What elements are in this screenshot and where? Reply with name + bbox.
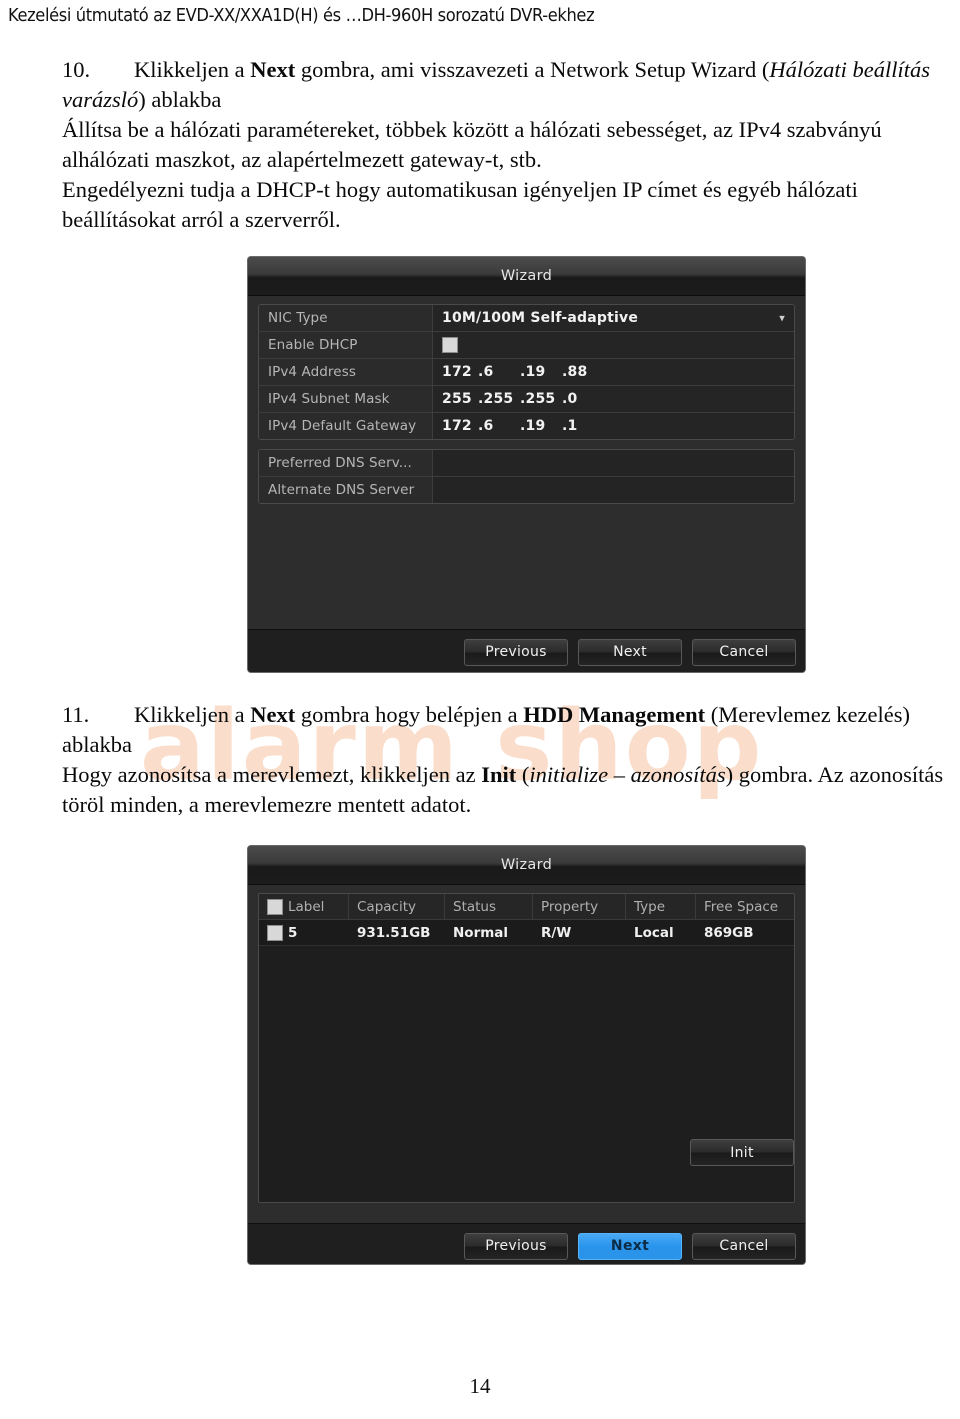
- input-alternate-dns-server[interactable]: [433, 477, 794, 503]
- input-preferred-dns-server[interactable]: [433, 450, 794, 476]
- step-11-para2-b: (: [516, 762, 530, 787]
- step-11-init-keyword: Init: [481, 762, 517, 787]
- hdd-cell-property: R/W: [541, 924, 572, 941]
- hdd-dialog-footer: Previous Next Cancel: [248, 1223, 805, 1264]
- hdd-dialog-title: Wizard: [500, 857, 553, 873]
- ipv4-gateway-octet-4[interactable]: .1: [562, 418, 604, 434]
- network-setup-wizard-dialog: Wizard NIC Type 10M/100M Self-adaptive ▾…: [247, 256, 806, 673]
- hdd-dialog-titlebar: Wizard: [248, 846, 805, 885]
- step-10-paragraph-3: Engedélyezni tudja a DHCP-t hogy automat…: [62, 177, 858, 232]
- step-11-paragraph-2: Hogy azonosítsa a merevlemezt, klikkelje…: [62, 760, 952, 820]
- input-ipv4-default-gateway[interactable]: 172.6.19.1: [433, 413, 794, 439]
- step-11-para2-a: Hogy azonosítsa a merevlemezt, klikkelje…: [62, 762, 482, 787]
- step-11-number: 11.: [62, 702, 90, 727]
- step-11-line1-a: Klikkeljen a: [134, 702, 251, 727]
- field-row-enable-dhcp[interactable]: Enable DHCP: [259, 332, 794, 359]
- label-enable-dhcp: Enable DHCP: [259, 332, 433, 358]
- step-10-number: 10.: [62, 57, 91, 82]
- hdd-header-label-text: Label: [288, 898, 325, 915]
- hdd-management-wizard-dialog: Wizard Label Capacity Status Property Ty…: [247, 845, 806, 1265]
- hdd-header-property[interactable]: Property: [533, 894, 626, 919]
- hdd-cell-type: Local: [634, 924, 674, 941]
- checkbox-select-all[interactable]: [267, 898, 283, 915]
- hdd-dialog-spacer: Init: [248, 1139, 805, 1223]
- step-11-hdd-management-keyword: HDD Management: [523, 702, 706, 727]
- page-number: 14: [469, 1374, 491, 1398]
- hdd-header-capacity[interactable]: Capacity: [349, 894, 445, 919]
- label-preferred-dns-server: Preferred DNS Serv...: [259, 450, 433, 476]
- ipv4-address-octet-3[interactable]: .19: [520, 364, 562, 380]
- dialog-spacer: [248, 609, 805, 629]
- dialog-body: NIC Type 10M/100M Self-adaptive ▾ Enable…: [248, 296, 805, 609]
- running-header: Kezelési útmutató az EVD-XX/XXA1D(H) és …: [8, 6, 595, 26]
- dialog-footer: Previous Next Cancel: [248, 629, 805, 672]
- step-11-line1-b: gombra hogy belépjen a: [295, 702, 524, 727]
- label-alternate-dns-server: Alternate DNS Server: [259, 477, 433, 503]
- ipv4-address-octet-1[interactable]: 172: [442, 364, 478, 380]
- step-10-next-keyword: Next: [250, 57, 296, 82]
- checkbox-enable-dhcp[interactable]: [442, 337, 458, 353]
- step-11-next-keyword: Next: [250, 702, 296, 727]
- dns-fields-group: Preferred DNS Serv... Alternate DNS Serv…: [258, 449, 795, 504]
- step-10-line1-c: ) ablakba: [138, 87, 222, 112]
- ipv4-gateway-octet-3[interactable]: .19: [520, 418, 562, 434]
- checkbox-cell-enable-dhcp[interactable]: [433, 332, 794, 358]
- dialog-titlebar: Wizard: [248, 257, 805, 296]
- step-10-text: 10. Klikkeljen a Next gombra, ami visszav…: [62, 55, 952, 235]
- previous-button[interactable]: Previous: [464, 638, 568, 666]
- dialog-title: Wizard: [500, 268, 553, 284]
- hdd-next-button[interactable]: Next: [578, 1232, 682, 1260]
- hdd-cell-label[interactable]: 5: [259, 920, 349, 945]
- ipv4-gateway-octet-2[interactable]: .6: [478, 418, 520, 434]
- label-ipv4-subnet-mask: IPv4 Subnet Mask: [259, 386, 433, 412]
- network-fields-group: NIC Type 10M/100M Self-adaptive ▾ Enable…: [258, 304, 795, 440]
- ipv4-subnet-octet-4[interactable]: .0: [562, 391, 604, 407]
- hdd-cancel-button[interactable]: Cancel: [692, 1232, 796, 1260]
- hdd-cell-free-space: 869GB: [704, 924, 754, 941]
- hdd-table-header-row: Label Capacity Status Property Type Free…: [259, 894, 794, 920]
- ipv4-subnet-octet-1[interactable]: 255: [442, 391, 478, 407]
- init-button[interactable]: Init: [690, 1139, 794, 1166]
- field-row-preferred-dns[interactable]: Preferred DNS Serv...: [259, 450, 794, 477]
- hdd-header-type[interactable]: Type: [626, 894, 696, 919]
- hdd-previous-button[interactable]: Previous: [464, 1232, 568, 1260]
- label-ipv4-default-gateway: IPv4 Default Gateway: [259, 413, 433, 439]
- label-nic-type: NIC Type: [259, 305, 433, 331]
- label-ipv4-address: IPv4 Address: [259, 359, 433, 385]
- ipv4-subnet-octet-2[interactable]: .255: [478, 391, 520, 407]
- next-button[interactable]: Next: [578, 638, 682, 666]
- step-10-line1-a: Klikkeljen a: [134, 57, 251, 82]
- hdd-header-free-space[interactable]: Free Space: [696, 894, 794, 919]
- ipv4-address-octet-4[interactable]: .88: [562, 364, 604, 380]
- step-10-paragraph-1: 10. Klikkeljen a Next gombra, ami visszav…: [62, 55, 952, 115]
- hdd-cell-capacity: 931.51GB: [357, 924, 431, 941]
- ipv4-gateway-octet-1[interactable]: 172: [442, 418, 478, 434]
- ipv4-address-octet-2[interactable]: .6: [478, 364, 520, 380]
- step-11-text: 11. Klikkeljen a Next gombra hogy belépje…: [62, 700, 952, 820]
- field-row-nic-type[interactable]: NIC Type 10M/100M Self-adaptive ▾: [259, 305, 794, 332]
- field-row-ipv4-subnet-mask[interactable]: IPv4 Subnet Mask 255.255.255.0: [259, 386, 794, 413]
- hdd-cell-status: Normal: [453, 924, 509, 941]
- input-ipv4-subnet-mask[interactable]: 255.255.255.0: [433, 386, 794, 412]
- hdd-header-status[interactable]: Status: [445, 894, 533, 919]
- field-row-alternate-dns[interactable]: Alternate DNS Server: [259, 477, 794, 503]
- step-10-line1-b: gombra, ami visszavezeti a Network Setup…: [295, 57, 770, 82]
- step-11-para2-italic: initialize – azonosítás: [529, 762, 726, 787]
- field-row-ipv4-address[interactable]: IPv4 Address 172.6.19.88: [259, 359, 794, 386]
- table-row[interactable]: 5 931.51GB Normal R/W Local 869GB: [259, 920, 794, 946]
- step-11-paragraph-1: 11. Klikkeljen a Next gombra hogy belépje…: [62, 700, 952, 760]
- checkbox-row-select[interactable]: [267, 924, 283, 941]
- cancel-button[interactable]: Cancel: [692, 638, 796, 666]
- select-nic-type[interactable]: 10M/100M Self-adaptive ▾: [433, 305, 794, 331]
- field-row-ipv4-default-gateway[interactable]: IPv4 Default Gateway 172.6.19.1: [259, 413, 794, 439]
- hdd-header-label[interactable]: Label: [259, 894, 349, 919]
- ipv4-subnet-octet-3[interactable]: .255: [520, 391, 562, 407]
- step-10-paragraph-2: Állítsa be a hálózati paramétereket, töb…: [62, 117, 882, 172]
- chevron-down-icon[interactable]: ▾: [779, 313, 785, 324]
- input-ipv4-address[interactable]: 172.6.19.88: [433, 359, 794, 385]
- value-nic-type: 10M/100M Self-adaptive: [442, 310, 639, 326]
- hdd-cell-label-text: 5: [288, 924, 298, 941]
